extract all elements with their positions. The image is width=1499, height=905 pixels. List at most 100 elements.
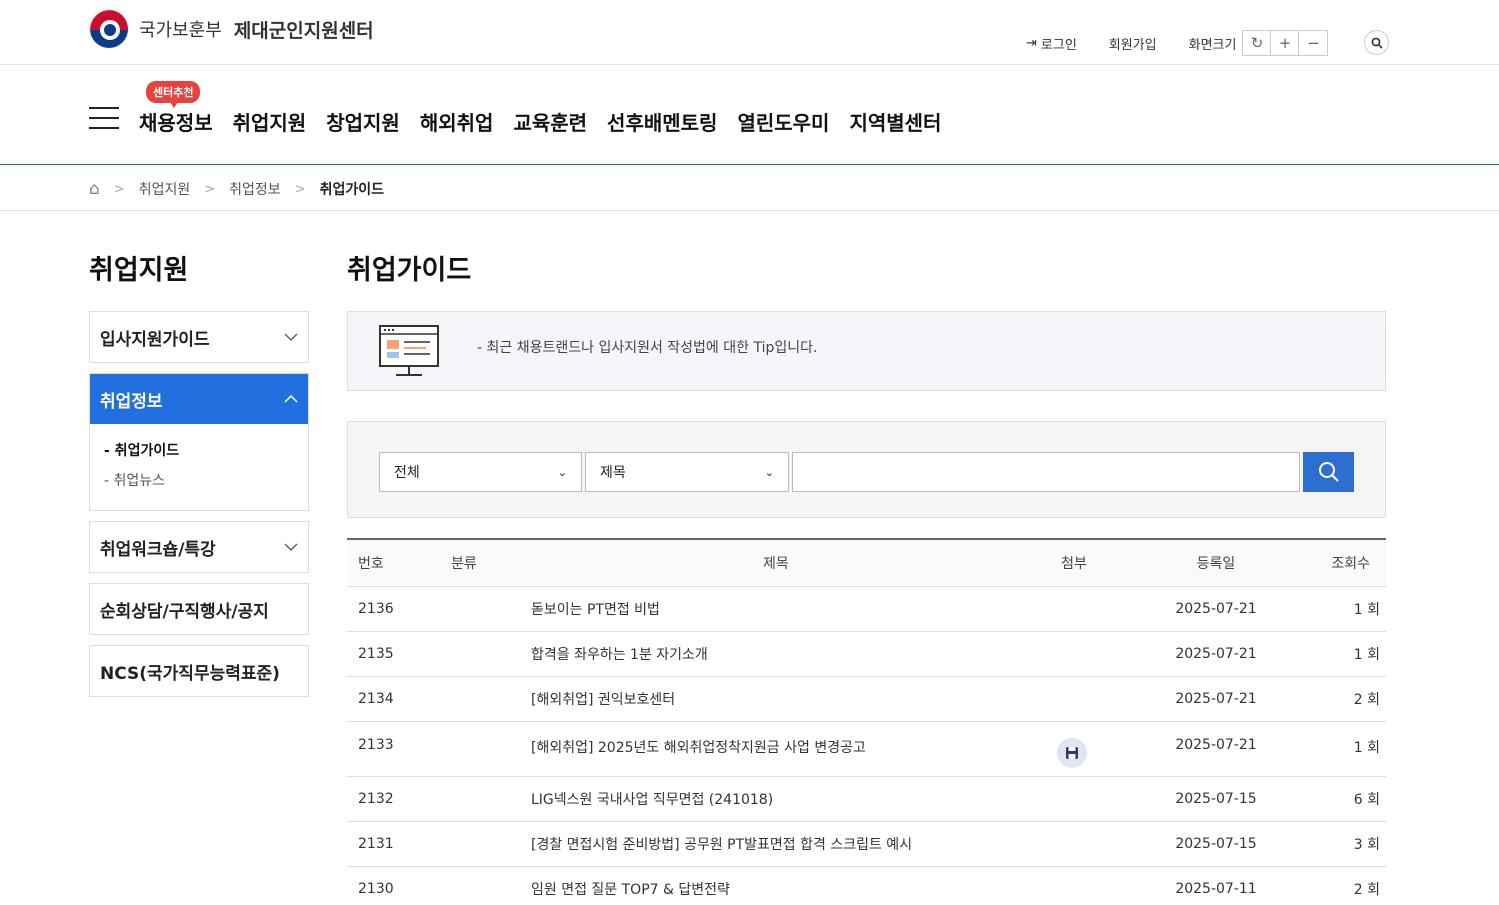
center-name: 제대군인지원센터: [233, 19, 374, 42]
monitor-icon: [379, 325, 439, 376]
sidebar-item-ncs[interactable]: NCS(국가직무능력표준): [89, 645, 309, 697]
login-label: 로그인: [1040, 37, 1077, 53]
menu-icon[interactable]: [89, 107, 119, 129]
table-row[interactable]: 2132 LIG넥스원 국내사업 직무면접 (241018) 2025-07-1…: [347, 777, 1386, 822]
gnb-item-helper[interactable]: 열린도우미: [737, 107, 829, 136]
main-navigation: 센터추천 채용정보 취업지원 창업지원 해외취업 교육훈련 선후배멘토링 열린도…: [0, 65, 1499, 165]
row-number: 2130: [358, 881, 394, 897]
gnb-item-jobs[interactable]: 센터추천 채용정보: [139, 81, 213, 136]
gnb-item-startup-support[interactable]: 창업지원: [326, 107, 400, 136]
gnb-item-regional-centers[interactable]: 지역별센터: [849, 107, 941, 136]
row-number: 2136: [358, 601, 394, 617]
taegeuk-logo-icon: [89, 9, 129, 49]
column-header-category: 분류: [451, 556, 477, 572]
home-icon[interactable]: ⌂: [89, 179, 100, 199]
row-date: 2025-07-21: [1175, 601, 1257, 617]
column-divider: [1310, 546, 1311, 581]
row-views: 1 회: [1353, 602, 1380, 618]
gnb-item-label: 채용정보: [139, 111, 213, 135]
ministry-name: 국가보훈부: [139, 20, 222, 41]
sidebar-subitem-job-guide[interactable]: - 취업가이드: [104, 436, 294, 466]
global-search-button[interactable]: [1364, 30, 1389, 55]
row-date: 2025-07-21: [1175, 646, 1257, 662]
category-select[interactable]: 전체 ⌄: [379, 452, 582, 492]
row-title-link[interactable]: 돋보이는 PT면접 비법: [531, 599, 660, 619]
search-field-select[interactable]: 제목 ⌄: [585, 452, 789, 492]
site-logo[interactable]: 국가보훈부 제대군인지원센터: [89, 9, 374, 49]
side-navigation: 입사지원가이드 취업정보 - 취업가이드 - 취업뉴스 취업워크숍/특강 순회상…: [89, 311, 309, 707]
save-file-icon[interactable]: [1057, 738, 1087, 768]
chevron-right-icon: >: [204, 181, 216, 197]
row-title-link[interactable]: [해외취업] 2025년도 해외취업정착지원금 사업 변경공고: [531, 737, 866, 757]
gnb-item-mentoring[interactable]: 선후배멘토링: [607, 107, 717, 136]
gnb-menu: 센터추천 채용정보 취업지원 창업지원 해외취업 교육훈련 선후배멘토링 열린도…: [139, 81, 941, 136]
row-date: 2025-07-15: [1175, 791, 1257, 807]
row-title-link[interactable]: 합격을 좌우하는 1분 자기소개: [531, 644, 708, 664]
column-header-attachment: 첨부: [1061, 556, 1087, 572]
top-header: 국가보훈부 제대군인지원센터 ⇥ 로그인 회원가입 화면크기 ↻ + −: [0, 0, 1499, 65]
table-row[interactable]: 2136 돋보이는 PT면접 비법 2025-07-21 1 회: [347, 587, 1386, 632]
utility-menu: ⇥ 로그인 회원가입 화면크기 ↻ + −: [1026, 30, 1329, 56]
chevron-down-icon: [284, 333, 298, 341]
chevron-right-icon: >: [294, 181, 306, 197]
page-title: 취업가이드: [347, 255, 472, 286]
chevron-down-icon: [284, 543, 298, 551]
row-views: 2 회: [1353, 692, 1380, 708]
sidebar-submenu: - 취업가이드 - 취업뉴스: [90, 424, 308, 510]
font-size-label: 화면크기: [1188, 37, 1237, 53]
row-title-link[interactable]: 임원 면접 질문 TOP7 & 답변전략: [531, 879, 730, 899]
row-views: 3 회: [1353, 837, 1380, 853]
sidebar-item-counseling-events[interactable]: 순회상담/구직행사/공지: [89, 583, 309, 635]
column-header-date: 등록일: [1196, 556, 1236, 572]
font-increase-button[interactable]: +: [1271, 31, 1300, 55]
gnb-item-overseas-jobs[interactable]: 해외취업: [420, 107, 494, 136]
search-button[interactable]: [1303, 452, 1354, 492]
chevron-down-icon: ⌄: [557, 465, 567, 479]
search-panel: 전체 ⌄ 제목 ⌄: [347, 421, 1386, 518]
sidebar-item-job-info[interactable]: 취업정보: [90, 374, 308, 424]
column-divider: [1120, 546, 1121, 581]
join-link[interactable]: 회원가입: [1109, 34, 1157, 53]
table-row[interactable]: 2130 임원 면접 질문 TOP7 & 답변전략 2025-07-11 2 회: [347, 867, 1386, 905]
row-title-link[interactable]: [해외취업] 권익보호센터: [531, 689, 675, 709]
category-select-value: 전체: [394, 465, 420, 481]
table-row[interactable]: 2131 [경찰 면접시험 준비방법] 공무원 PT발표면접 합격 스크립트 예…: [347, 822, 1386, 867]
column-header-number: 번호: [358, 556, 384, 572]
row-title-link[interactable]: LIG넥스원 국내사업 직무면접 (241018): [531, 789, 773, 809]
table-row[interactable]: 2134 [해외취업] 권익보호센터 2025-07-21 2 회: [347, 677, 1386, 722]
row-views: 1 회: [1353, 740, 1380, 756]
sidebar-item-label: 취업워크숍/특강: [100, 539, 216, 560]
font-reset-button[interactable]: ↻: [1243, 31, 1272, 55]
login-link[interactable]: ⇥ 로그인: [1026, 34, 1077, 53]
row-views: 1 회: [1353, 647, 1380, 663]
breadcrumb-current: 취업가이드: [319, 182, 384, 198]
board-table: 번호 분류 제목 첨부 등록일 조회수 2136 돋보이는 PT면접 비법 20…: [347, 538, 1386, 905]
breadcrumb-item[interactable]: 취업지원: [139, 179, 191, 199]
chevron-right-icon: >: [113, 181, 125, 197]
table-row[interactable]: 2133 [해외취업] 2025년도 해외취업정착지원금 사업 변경공고 202…: [347, 722, 1386, 777]
gnb-item-training[interactable]: 교육훈련: [513, 107, 587, 136]
row-number: 2134: [358, 691, 394, 707]
chevron-down-icon: ⌄: [764, 465, 774, 479]
table-header: 번호 분류 제목 첨부 등록일 조회수: [347, 540, 1386, 587]
row-date: 2025-07-21: [1175, 691, 1257, 707]
row-date: 2025-07-21: [1175, 737, 1257, 753]
search-icon: [1371, 37, 1383, 49]
sidebar-item-label: 취업정보: [100, 391, 163, 412]
row-title-link[interactable]: [경찰 면접시험 준비방법] 공무원 PT발표면접 합격 스크립트 예시: [531, 834, 912, 854]
search-icon: [1318, 462, 1339, 482]
row-number: 2133: [358, 737, 394, 753]
search-input[interactable]: [792, 452, 1300, 492]
recommend-badge: 센터추천: [146, 81, 201, 108]
row-attachment[interactable]: [1037, 726, 1107, 768]
sidebar-subitem-job-news[interactable]: - 취업뉴스: [104, 466, 294, 496]
row-number: 2131: [358, 836, 394, 852]
sidebar-item-application-guide[interactable]: 입사지원가이드: [89, 311, 309, 363]
login-icon: ⇥: [1026, 35, 1037, 51]
table-row[interactable]: 2135 합격을 좌우하는 1분 자기소개 2025-07-21 1 회: [347, 632, 1386, 677]
gnb-item-employment-support[interactable]: 취업지원: [233, 107, 307, 136]
sidebar-item-workshop[interactable]: 취업워크숍/특강: [89, 521, 309, 573]
column-divider: [1027, 546, 1028, 581]
font-decrease-button[interactable]: −: [1299, 31, 1327, 55]
breadcrumb-item[interactable]: 취업정보: [229, 179, 281, 199]
